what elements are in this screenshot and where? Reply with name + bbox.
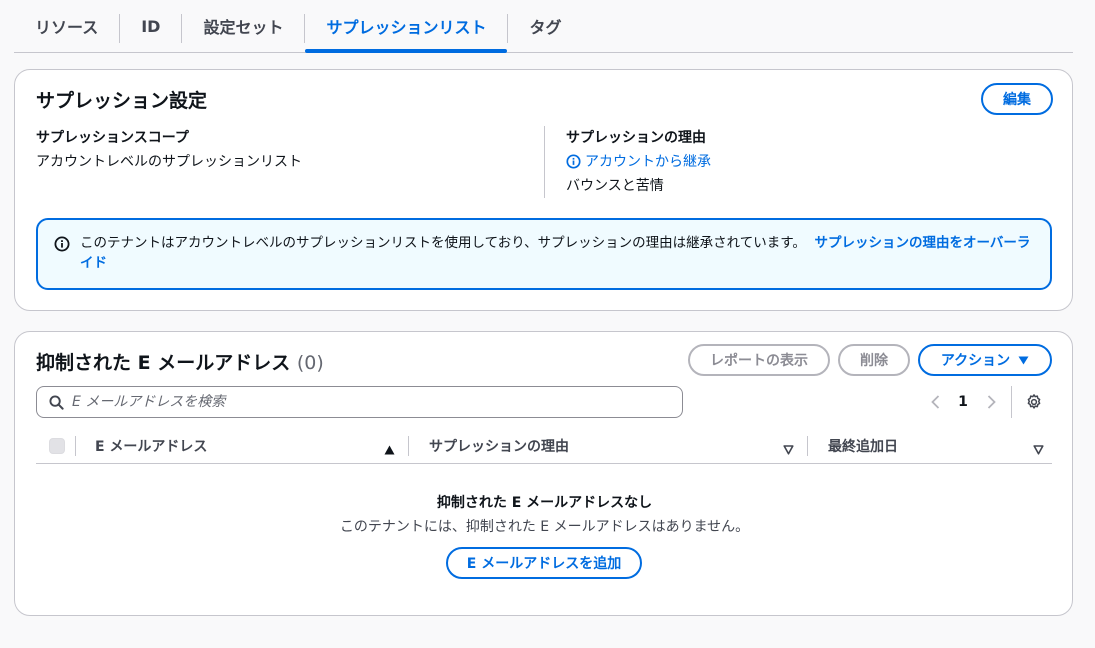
sort-unsorted-icon[interactable] bbox=[1033, 440, 1044, 459]
sort-ascending-icon[interactable] bbox=[384, 440, 395, 459]
column-divider bbox=[408, 436, 409, 456]
suppression-settings-container: サプレッション設定 編集 サプレッションスコープ アカウントレベルのサプレッショ… bbox=[14, 69, 1073, 311]
current-page[interactable]: 1 bbox=[949, 394, 977, 410]
column-header-label: サプレッションの理由 bbox=[429, 439, 569, 455]
chevron-left-icon bbox=[930, 395, 939, 409]
tab-suppression-list[interactable]: サプレッションリスト bbox=[305, 0, 508, 53]
actions-dropdown-button[interactable]: アクション bbox=[918, 344, 1052, 376]
tab-tags[interactable]: タグ bbox=[508, 0, 582, 52]
tab-id[interactable]: ID bbox=[120, 0, 181, 52]
sort-unsorted-icon[interactable] bbox=[783, 440, 794, 459]
suppressed-emails-count: (0) bbox=[296, 352, 324, 374]
column-divider bbox=[807, 436, 808, 456]
suppression-settings-title: サプレッション設定 bbox=[36, 90, 208, 112]
suppression-scope-label: サプレッションスコープ bbox=[36, 130, 189, 146]
inherited-from-account-link[interactable]: アカウントから継承 bbox=[566, 151, 711, 171]
column-header-last-added[interactable]: 最終追加日 bbox=[828, 428, 898, 464]
suppressed-emails-title: 抑制された E メールアドレス (0) bbox=[36, 348, 324, 375]
tab-label: 設定セット bbox=[203, 18, 284, 37]
actions-label: アクション bbox=[940, 353, 1011, 369]
column-divider bbox=[544, 126, 545, 198]
column-header-email[interactable]: E メールアドレス bbox=[95, 428, 207, 464]
tab-label: サプレッションリスト bbox=[326, 18, 487, 37]
search-field bbox=[36, 386, 683, 418]
alert-text: このテナントはアカウントレベルのサプレッションリストを使用しており、サプレッショ… bbox=[80, 235, 806, 251]
pagination-divider bbox=[1011, 386, 1012, 418]
empty-state-description: このテナントには、抑制された E メールアドレスはありません。 bbox=[339, 519, 750, 535]
alert-message: このテナントはアカウントレベルのサプレッションリストを使用しており、サプレッショ… bbox=[80, 233, 1040, 273]
select-all-checkbox[interactable] bbox=[49, 438, 65, 454]
edit-button[interactable]: 編集 bbox=[981, 83, 1053, 115]
caret-down-icon bbox=[1018, 356, 1029, 365]
previous-page-button[interactable] bbox=[921, 388, 949, 416]
suppression-scope-value: アカウントレベルのサプレッションリスト bbox=[36, 154, 302, 170]
preferences-button[interactable] bbox=[1020, 388, 1048, 416]
delete-label: 削除 bbox=[860, 353, 888, 369]
tab-label: タグ bbox=[529, 18, 562, 37]
gear-icon bbox=[1027, 394, 1041, 409]
suppressed-emails-container: 抑制された E メールアドレス (0) レポートの表示 削除 アクション 1 bbox=[14, 331, 1073, 616]
add-email-address-label: E メールアドレスを追加 bbox=[466, 556, 622, 572]
info-icon bbox=[566, 153, 581, 169]
tab-label: ID bbox=[141, 16, 161, 36]
empty-state-title: 抑制された E メールアドレスなし bbox=[436, 495, 653, 511]
table-header: E メールアドレス サプレッションの理由 最終追加日 bbox=[36, 428, 1052, 464]
info-icon bbox=[54, 236, 70, 256]
search-input[interactable] bbox=[72, 394, 662, 410]
delete-button[interactable]: 削除 bbox=[838, 344, 910, 376]
next-page-button[interactable] bbox=[977, 388, 1005, 416]
tab-configuration-sets[interactable]: 設定セット bbox=[182, 0, 304, 52]
inherited-link-text: アカウントから継承 bbox=[585, 154, 711, 170]
column-header-reason[interactable]: サプレッションの理由 bbox=[429, 428, 569, 464]
edit-button-label: 編集 bbox=[1003, 92, 1031, 108]
column-header-label: 最終追加日 bbox=[828, 439, 898, 455]
suppressed-emails-title-text: 抑制された E メールアドレス bbox=[36, 352, 291, 374]
chevron-right-icon bbox=[987, 395, 996, 409]
view-report-label: レポートの表示 bbox=[710, 353, 808, 369]
tab-label: リソース bbox=[35, 18, 99, 37]
add-email-address-button[interactable]: E メールアドレスを追加 bbox=[446, 547, 642, 579]
view-report-button[interactable]: レポートの表示 bbox=[688, 344, 830, 376]
suppression-reason-value: バウンスと苦情 bbox=[566, 178, 664, 194]
tab-bar: リソース ID 設定セット サプレッションリスト タグ bbox=[14, 0, 1073, 53]
column-divider bbox=[75, 436, 76, 456]
column-header-label: E メールアドレス bbox=[95, 439, 208, 455]
info-alert: このテナントはアカウントレベルのサプレッションリストを使用しており、サプレッショ… bbox=[36, 218, 1052, 290]
suppression-reason-label: サプレッションの理由 bbox=[566, 130, 706, 146]
search-icon bbox=[49, 394, 64, 410]
tab-resources[interactable]: リソース bbox=[14, 0, 119, 52]
pagination: 1 bbox=[921, 386, 1048, 418]
